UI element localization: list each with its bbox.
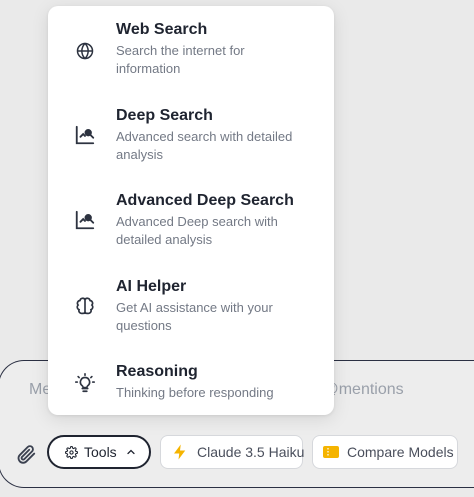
menu-item-description: Search the internet for information bbox=[116, 43, 245, 76]
composer-toolbar: Tools Claude 3.5 Haiku Compare Models bbox=[0, 435, 474, 471]
menu-item-description: Advanced Deep search with detailed analys… bbox=[116, 214, 278, 247]
menu-item-title: Deep Search bbox=[116, 107, 213, 124]
gear-icon bbox=[65, 445, 78, 459]
model-label: Claude 3.5 Haiku bbox=[197, 444, 305, 460]
menu-item-description: Thinking before responding bbox=[116, 385, 274, 400]
attach-paperclip-icon[interactable] bbox=[13, 441, 39, 467]
menu-item-description: Advanced search with detailed analysis bbox=[116, 129, 293, 162]
tools-label: Tools bbox=[84, 444, 117, 460]
compare-models-button[interactable]: Compare Models bbox=[312, 435, 458, 469]
menu-item-deep-search[interactable]: Deep Search Advanced search with detaile… bbox=[48, 106, 334, 186]
chevron-up-icon bbox=[125, 446, 137, 458]
model-selector-button[interactable]: Claude 3.5 Haiku bbox=[160, 435, 305, 469]
tools-dropdown-menu: Web Search Search the internet for inform… bbox=[48, 6, 334, 415]
brain-icon bbox=[72, 293, 98, 319]
menu-item-title: Reasoning bbox=[116, 363, 198, 380]
menu-item-title: Web Search bbox=[116, 21, 208, 38]
menu-item-advanced-deep-search[interactable]: Advanced Deep Search Advanced Deep searc… bbox=[48, 191, 334, 271]
menu-item-web-search[interactable]: Web Search Search the internet for inform… bbox=[48, 20, 334, 100]
compare-label: Compare Models bbox=[347, 444, 454, 460]
menu-item-ai-helper[interactable]: AI Helper Get AI assistance with your que… bbox=[48, 277, 334, 357]
lightbulb-icon bbox=[72, 370, 98, 396]
menu-item-reasoning[interactable]: Reasoning Thinking before responding bbox=[48, 362, 334, 412]
chart-search-icon bbox=[72, 207, 98, 233]
menu-item-description: Get AI assistance with your questions bbox=[116, 300, 273, 333]
menu-item-title: AI Helper bbox=[116, 278, 187, 295]
chart-search-icon bbox=[72, 122, 98, 148]
menu-item-title: Advanced Deep Search bbox=[116, 192, 294, 209]
tools-button[interactable]: Tools bbox=[47, 435, 151, 469]
globe-icon bbox=[72, 38, 98, 64]
lightning-bolt-icon bbox=[171, 442, 189, 462]
ticket-icon bbox=[323, 446, 339, 458]
